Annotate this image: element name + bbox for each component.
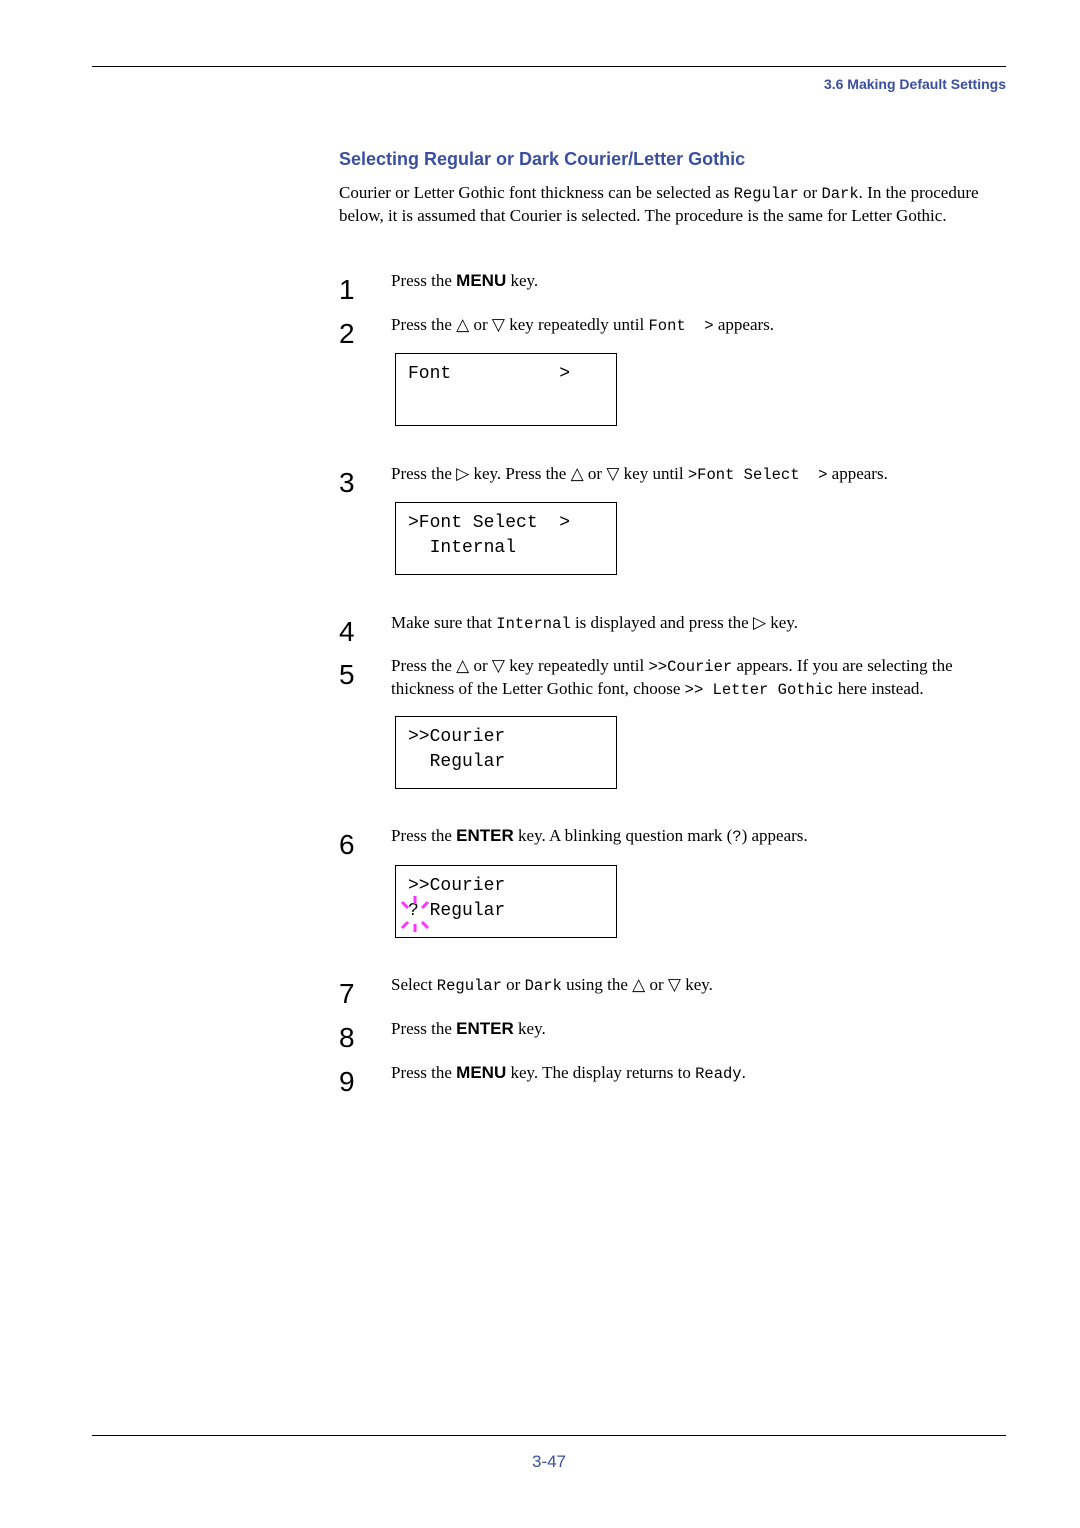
text-run: using the △ or ▽ key. xyxy=(561,975,713,994)
step-number: 5 xyxy=(339,659,355,690)
lcd-line-1: >>Courier xyxy=(408,727,506,747)
text-run: key. xyxy=(506,271,539,290)
step-number: 3 xyxy=(339,467,355,498)
key-name: ENTER xyxy=(456,1019,514,1038)
step-text: Press the MENU key. xyxy=(391,270,1011,292)
step-text: Press the ENTER key. A blinking question… xyxy=(391,825,1011,848)
step-number: 2 xyxy=(339,318,355,349)
key-name: MENU xyxy=(456,271,507,290)
text-run: here instead. xyxy=(833,679,924,698)
text-run: Press the ▷ key. Press the △ or ▽ key un… xyxy=(391,464,688,483)
lcd-display: >>Courier Regular xyxy=(395,716,617,789)
text-run: . xyxy=(741,1063,746,1082)
text-run: key. A blinking question mark ( xyxy=(513,826,733,845)
footer-rule xyxy=(92,1435,1006,1436)
section-title: Selecting Regular or Dark Courier/Letter… xyxy=(339,149,746,169)
text-run: key. xyxy=(513,1019,546,1038)
header-rule xyxy=(92,66,1006,67)
section-header: 3.6 Making Default Settings xyxy=(823,76,1006,92)
display-text: Font > xyxy=(648,317,714,335)
text-run: Press the △ or ▽ key repeatedly until xyxy=(391,315,649,334)
intro-paragraph: Courier or Letter Gothic font thickness … xyxy=(339,182,1009,227)
key-name: ENTER xyxy=(456,826,514,845)
step-number: 6 xyxy=(339,829,355,860)
step-text: Press the △ or ▽ key repeatedly until >>… xyxy=(391,655,1011,701)
lcd-line-2: Internal xyxy=(408,538,517,558)
text-run: appears. xyxy=(827,464,888,483)
step-number: 1 xyxy=(339,274,355,305)
text-run: Make sure that xyxy=(391,613,497,632)
text-run: Press the xyxy=(391,826,457,845)
step-number: 4 xyxy=(339,616,355,647)
step-text: Press the ▷ key. Press the △ or ▽ key un… xyxy=(391,463,1011,486)
text-run: is displayed and press the ▷ key. xyxy=(570,613,798,632)
text-run: Press the xyxy=(391,1019,457,1038)
text-run: Select xyxy=(391,975,437,994)
lcd-line-1: Font > xyxy=(408,364,571,384)
display-text: >>Courier xyxy=(648,658,733,676)
display-text: >> Letter Gothic xyxy=(684,681,834,699)
key-name: MENU xyxy=(456,1063,507,1082)
step-text: Press the △ or ▽ key repeatedly until Fo… xyxy=(391,314,1011,337)
text-run: Press the xyxy=(391,271,457,290)
display-text: Internal xyxy=(496,615,571,633)
step-text: Press the MENU key. The display returns … xyxy=(391,1062,1011,1085)
lcd-line-1: >>Courier xyxy=(408,876,506,896)
text-run: or xyxy=(501,975,525,994)
step-number: 9 xyxy=(339,1066,355,1097)
step-number: 7 xyxy=(339,978,355,1009)
blinking-cursor-icon xyxy=(400,896,430,932)
lcd-display: >Font Select > Internal xyxy=(395,502,617,575)
display-text: Ready xyxy=(695,1065,742,1083)
text-run: Press the xyxy=(391,1063,457,1082)
lcd-line-1: >Font Select > xyxy=(408,513,571,533)
step-number: 8 xyxy=(339,1022,355,1053)
step-text: Press the ENTER key. xyxy=(391,1018,1011,1040)
display-text: Dark xyxy=(821,185,859,203)
text-run: Courier or Letter Gothic font thickness … xyxy=(339,183,734,202)
text-run: appears. xyxy=(713,315,775,334)
display-text: Regular xyxy=(733,185,799,203)
text-run: ) appears. xyxy=(741,826,808,845)
text-run: or xyxy=(798,183,822,202)
lcd-display: Font > xyxy=(395,353,617,426)
display-text: >Font Select > xyxy=(687,466,828,484)
lcd-line-2: Regular xyxy=(408,752,506,772)
display-text: Dark xyxy=(524,977,562,995)
display-text: Regular xyxy=(436,977,502,995)
text-run: key. The display returns to xyxy=(506,1063,696,1082)
text-run: Press the △ or ▽ key repeatedly until xyxy=(391,656,649,675)
step-text: Select Regular or Dark using the △ or ▽ … xyxy=(391,974,1011,997)
page-number: 3-47 xyxy=(531,1452,567,1471)
lcd-display: >>Courier? Regular xyxy=(395,865,617,938)
display-text: ? xyxy=(732,828,742,846)
step-text: Make sure that Internal is displayed and… xyxy=(391,612,1011,635)
